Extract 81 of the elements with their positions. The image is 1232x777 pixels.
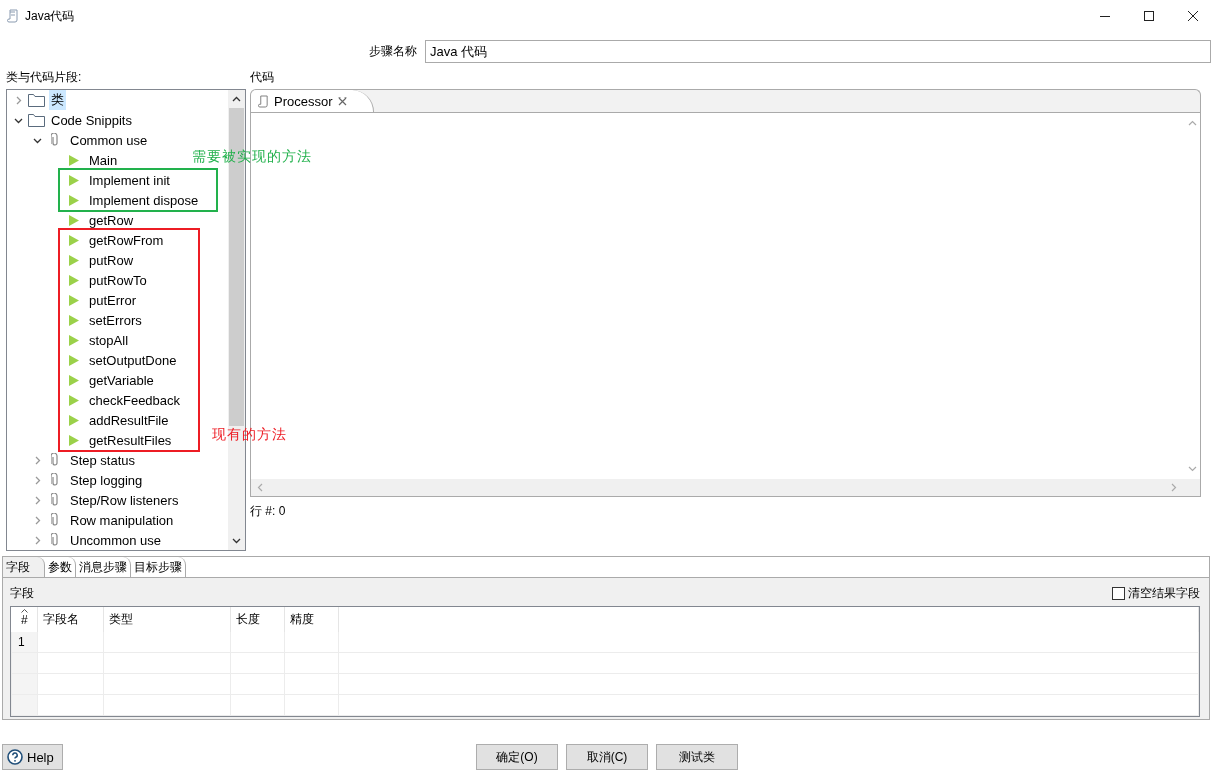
line-position: 行 #: 0: [250, 503, 287, 520]
tree-item[interactable]: putRowTo: [87, 271, 149, 289]
maximize-icon[interactable]: [1143, 10, 1155, 22]
play-icon: [69, 414, 79, 426]
play-icon: [69, 194, 79, 206]
tree-item[interactable]: Step status: [68, 451, 138, 469]
paperclip-icon: [51, 493, 59, 507]
dialog-button[interactable]: 确定(O): [476, 744, 558, 770]
tree-item[interactable]: putError: [87, 291, 138, 309]
tree-item[interactable]: Implement dispose: [87, 191, 201, 209]
tree-item[interactable]: 类: [49, 90, 66, 110]
paperclip-icon: [51, 533, 59, 547]
column-header[interactable]: 长度: [230, 607, 285, 632]
play-icon: [69, 254, 79, 266]
chevron-up-icon[interactable]: [232, 95, 241, 104]
scroll-icon: [7, 9, 19, 23]
window-title: Java代码: [25, 7, 75, 25]
tree-item[interactable]: Row manipulation: [68, 511, 176, 529]
sort-icon: [20, 609, 28, 613]
tree-item[interactable]: getResultFiles: [87, 431, 174, 449]
tree-item[interactable]: setErrors: [87, 311, 144, 329]
column-header[interactable]: 精度: [284, 607, 339, 632]
tree-item[interactable]: getRowFrom: [87, 231, 166, 249]
play-icon: [69, 314, 79, 326]
dialog-button[interactable]: 取消(C): [566, 744, 648, 770]
play-icon: [69, 234, 79, 246]
paperclip-icon: [51, 513, 59, 527]
play-icon: [69, 174, 79, 186]
tree-item[interactable]: Implement init: [87, 171, 172, 189]
checkbox-label[interactable]: 清空结果字段: [1128, 584, 1200, 602]
close-icon[interactable]: [1187, 10, 1199, 22]
step-name-field[interactable]: Java 代码: [425, 40, 1211, 63]
play-icon: [69, 394, 79, 406]
tree-item[interactable]: Step logging: [68, 471, 145, 489]
step-name-label: 步骤名称: [369, 43, 417, 60]
play-icon: [69, 334, 79, 346]
play-icon: [69, 354, 79, 366]
code-label: 代码: [250, 69, 275, 86]
tab[interactable]: 消息步骤: [76, 557, 131, 577]
snippets-label: 类与代码片段:: [6, 69, 83, 86]
tree-item[interactable]: Step/Row listeners: [68, 491, 181, 509]
tree-item[interactable]: putRow: [87, 251, 136, 269]
tree-item[interactable]: checkFeedback: [87, 391, 183, 409]
chevron-left-icon[interactable]: [256, 483, 265, 492]
help-icon: [7, 749, 23, 765]
column-header[interactable]: 字段名: [37, 607, 104, 632]
tab[interactable]: 参数: [45, 557, 76, 577]
chevron-down-icon[interactable]: [232, 536, 241, 545]
folder-icon: [27, 113, 45, 127]
help-button[interactable]: Help: [2, 744, 63, 770]
annotation-note: 需要被实现的方法: [192, 148, 313, 166]
fields-label: 字段: [10, 584, 34, 602]
tab[interactable]: 字段: [3, 557, 45, 577]
tree-item[interactable]: stopAll: [87, 331, 131, 349]
play-icon: [69, 214, 79, 226]
folder-icon: [27, 93, 45, 107]
scrollbar[interactable]: [251, 479, 1200, 496]
paperclip-icon: [51, 133, 59, 147]
column-header[interactable]: 类型: [103, 607, 231, 632]
play-icon: [69, 374, 79, 386]
tree-item[interactable]: getRow: [87, 211, 136, 229]
dialog-button[interactable]: 测试类: [656, 744, 738, 770]
tree-item[interactable]: setOutputDone: [87, 351, 179, 369]
chevron-right-icon[interactable]: [1169, 483, 1178, 492]
play-icon: [69, 154, 79, 166]
annotation-note: 现有的方法: [212, 426, 288, 444]
tree-item[interactable]: getVariable: [87, 371, 156, 389]
paperclip-icon: [51, 473, 59, 487]
checkbox[interactable]: [1112, 586, 1125, 600]
tree-item[interactable]: Common use: [68, 131, 150, 149]
play-icon: [69, 434, 79, 446]
editor-tab[interactable]: Processor: [251, 90, 374, 112]
paperclip-icon: [51, 453, 59, 467]
tree-item[interactable]: Code Snippits: [49, 111, 134, 129]
row-number: 1: [11, 632, 38, 653]
tree-item[interactable]: addResultFile: [87, 411, 171, 429]
play-icon: [69, 274, 79, 286]
scroll-icon: [258, 94, 269, 108]
tree-item[interactable]: Main: [87, 151, 120, 169]
tree-item[interactable]: Uncommon use: [68, 531, 164, 549]
play-icon: [69, 294, 79, 306]
